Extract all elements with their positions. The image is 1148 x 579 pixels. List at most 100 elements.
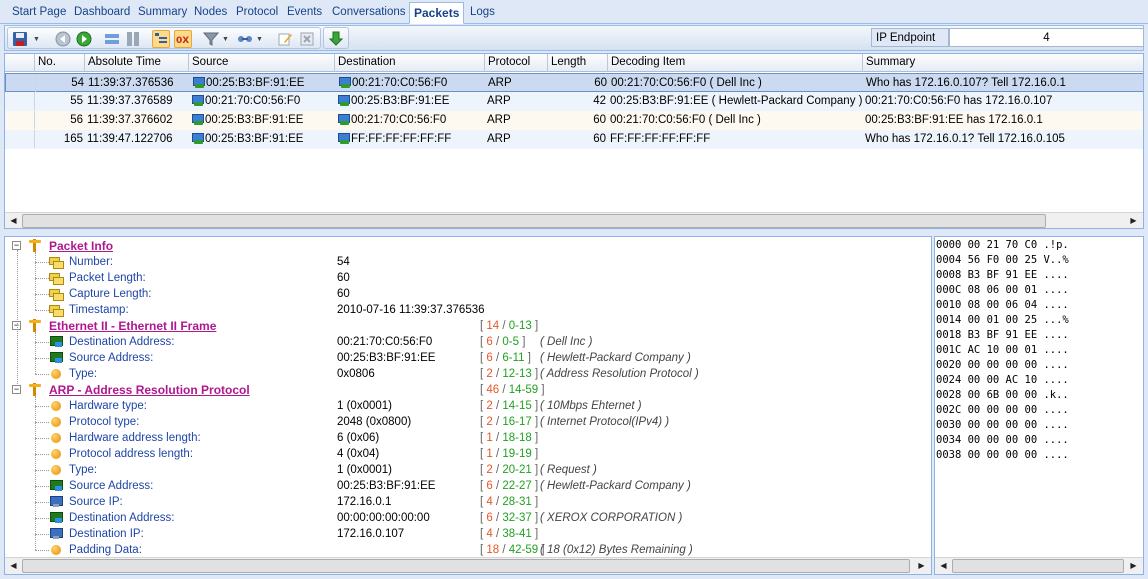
- scroll-thumb[interactable]: [952, 559, 1124, 573]
- row-gutter: [5, 111, 35, 129]
- decode-field[interactable]: Hardware type: 1 (0x0001) [ 2 / 14-15 ]( 1…: [5, 398, 925, 414]
- decode-section-title[interactable]: ARP - Address Resolution Protocol: [49, 382, 250, 398]
- edit-icon[interactable]: [276, 30, 294, 48]
- scroll-thumb[interactable]: [22, 559, 910, 573]
- filter-icon[interactable]: [202, 30, 220, 48]
- scroll-right-icon[interactable]: ▶: [1126, 559, 1141, 573]
- decode-field[interactable]: Timestamp: 2010-07-16 11:39:37.376536: [5, 302, 925, 318]
- scroll-left-icon[interactable]: ◀: [6, 559, 21, 573]
- filter-dropdown-icon[interactable]: ▼: [222, 36, 229, 43]
- clear-icon[interactable]: [298, 30, 316, 48]
- save-dropdown-icon[interactable]: ▼: [33, 36, 40, 43]
- decode-field-value: 1 (0x0001): [337, 464, 392, 476]
- packet-summary: Who has 172.16.0.107? Tell 172.16.0.1: [866, 77, 1066, 89]
- tab-packets[interactable]: Packets: [409, 2, 465, 24]
- tab-conversations[interactable]: Conversations: [328, 4, 410, 23]
- pane-vertical-icon[interactable]: [124, 30, 142, 48]
- packet-source: 00:21:70:C0:56:F0: [189, 92, 335, 110]
- tree-guide: [35, 396, 36, 550]
- collapse-toggle-icon[interactable]: −: [12, 241, 21, 250]
- tab-protocol[interactable]: Protocol: [232, 4, 282, 23]
- packet-list-hscrollbar[interactable]: ◀ ▶: [5, 212, 1143, 228]
- decode-field[interactable]: Type: 1 (0x0001) [ 2 / 20-21 ]( Request ): [5, 462, 925, 478]
- scroll-thumb[interactable]: [22, 214, 1046, 228]
- decode-field[interactable]: Destination Address: 00:21:70:C0:56:F0 [ 6…: [5, 334, 925, 350]
- column-length[interactable]: Length: [548, 54, 608, 72]
- mac-address-icon: [337, 133, 350, 144]
- hex-line: 0028 00 6B 00 00 .k..: [936, 389, 1069, 401]
- column-source[interactable]: Source: [189, 54, 335, 72]
- column-summary[interactable]: Summary: [863, 54, 1143, 72]
- tab-summary[interactable]: Summary: [134, 4, 191, 23]
- decode-view-icon[interactable]: [152, 30, 170, 48]
- column-absolute-time[interactable]: Absolute Time: [85, 54, 189, 72]
- byte-offsets: 18-18: [502, 432, 532, 444]
- tab-start-page[interactable]: Start Page: [8, 4, 70, 23]
- table-row[interactable]: 165 11:39:47.122706 00:25:B3:BF:91:EE FF:FF…: [5, 130, 1143, 149]
- decode-field[interactable]: Capture Length: 60: [5, 286, 925, 302]
- decode-field-label: Padding Data:: [69, 544, 142, 556]
- decode-field[interactable]: Source IP: 172.16.0.1 [ 4 / 28-31 ]: [5, 494, 925, 510]
- hex-line: 0038 00 00 00 00 ....: [936, 449, 1069, 461]
- packet-protocol: ARP: [488, 77, 512, 89]
- scroll-left-icon[interactable]: ◀: [936, 559, 951, 573]
- column-no[interactable]: No.: [35, 54, 85, 72]
- scroll-right-icon[interactable]: ▶: [1126, 214, 1141, 228]
- decode-field-label: Protocol address length:: [69, 448, 194, 460]
- packet-source: 00:25:B3:BF:91:EE: [189, 111, 335, 129]
- table-row[interactable]: 56 11:39:37.376602 00:25:B3:BF:91:EE 00:21:…: [5, 111, 1143, 130]
- decode-field[interactable]: Protocol address length: 4 (0x04) [ 1 / 19…: [5, 446, 925, 462]
- hex-hscrollbar[interactable]: ◀ ▶: [935, 557, 1143, 574]
- decode-field[interactable]: Destination IP: 172.16.0.107 [ 4 / 38-41 ]: [5, 526, 925, 542]
- decode-field-value: 00:25:B3:BF:91:EE: [337, 480, 436, 492]
- tab-events[interactable]: Events: [283, 4, 326, 23]
- tab-nodes[interactable]: Nodes: [190, 4, 231, 23]
- decode-field[interactable]: Padding Data: [ 18 / 42-59 ]( 18 (0x12) B…: [5, 542, 925, 558]
- pane-horizontal-icon[interactable]: [103, 30, 121, 48]
- column-destination[interactable]: Destination: [335, 54, 485, 72]
- decode-field-value: 1 (0x0001): [337, 400, 392, 412]
- hex-dump-pane: 0000 00 21 70 C0 .!p. 0004 56 F0 00 25 V.…: [934, 236, 1144, 575]
- tab-dashboard[interactable]: Dashboard: [70, 4, 134, 23]
- forward-icon[interactable]: [75, 30, 93, 48]
- decode-field[interactable]: Protocol type: 2048 (0x0800) [ 2 / 16-17 ]…: [5, 414, 925, 430]
- decode-field[interactable]: Hardware address length: 6 (0x06) [ 1 / 18…: [5, 430, 925, 446]
- save-icon[interactable]: [11, 30, 29, 48]
- decode-hscrollbar[interactable]: ◀ ▶: [5, 557, 931, 574]
- collapse-toggle-icon[interactable]: −: [12, 385, 21, 394]
- field-tag-icon: [49, 288, 64, 301]
- decode-field-value: 00:00:00:00:00:00: [337, 512, 430, 524]
- hex-line: 0010 08 00 06 04 ....: [936, 299, 1069, 311]
- decode-section-title[interactable]: Ethernet II - Ethernet II Frame: [49, 318, 216, 334]
- scroll-right-icon[interactable]: ▶: [914, 559, 929, 573]
- packet-destination: 00:25:B3:BF:91:EE: [335, 92, 485, 110]
- connection-dropdown-icon[interactable]: ▼: [256, 36, 263, 43]
- tree-guide: [35, 358, 49, 359]
- decode-field[interactable]: Source Address: 00:25:B3:BF:91:EE [ 6 / 22…: [5, 478, 925, 494]
- decode-field[interactable]: Destination Address: 00:00:00:00:00:00 [ 6…: [5, 510, 925, 526]
- decode-section[interactable]: − ARP - Address Resolution Protocol [ 46 /…: [5, 382, 925, 398]
- tree-guide: [35, 278, 49, 279]
- decode-section-title[interactable]: Packet Info: [49, 238, 113, 254]
- row-gutter: [5, 92, 35, 110]
- decode-field[interactable]: Packet Length: 60: [5, 270, 925, 286]
- download-icon[interactable]: [327, 30, 345, 48]
- column-decoding-item[interactable]: Decoding Item: [608, 54, 863, 72]
- decode-section[interactable]: − Packet Info: [5, 238, 925, 254]
- table-row[interactable]: 55 11:39:37.376589 00:21:70:C0:56:F0 00:25:…: [5, 92, 1143, 111]
- connection-icon[interactable]: [236, 30, 254, 48]
- packet-source: 00:25:B3:BF:91:EE: [189, 130, 335, 148]
- hex-view-icon[interactable]: 0X: [174, 30, 192, 48]
- tree-guide: [35, 518, 49, 519]
- byte-offsets: 28-31: [502, 496, 532, 508]
- table-row[interactable]: 54 11:39:37.376536 00:25:B3:BF:91:EE 00:21:…: [5, 73, 1143, 92]
- back-icon[interactable]: [54, 30, 72, 48]
- column-protocol[interactable]: Protocol: [485, 54, 548, 72]
- tab-logs[interactable]: Logs: [466, 4, 499, 23]
- decode-field[interactable]: Source Address: 00:25:B3:BF:91:EE [ 6 / 6-…: [5, 350, 925, 366]
- scroll-left-icon[interactable]: ◀: [6, 214, 21, 228]
- packet-decoding-item: 00:21:70:C0:56:F0 ( Dell Inc ): [611, 77, 762, 89]
- decode-field[interactable]: Type: 0x0806 [ 2 / 12-13 ]( Address Resolu…: [5, 366, 925, 382]
- decode-field[interactable]: Number: 54: [5, 254, 925, 270]
- decode-section[interactable]: − Ethernet II - Ethernet II Frame[ 14 / 0…: [5, 318, 925, 334]
